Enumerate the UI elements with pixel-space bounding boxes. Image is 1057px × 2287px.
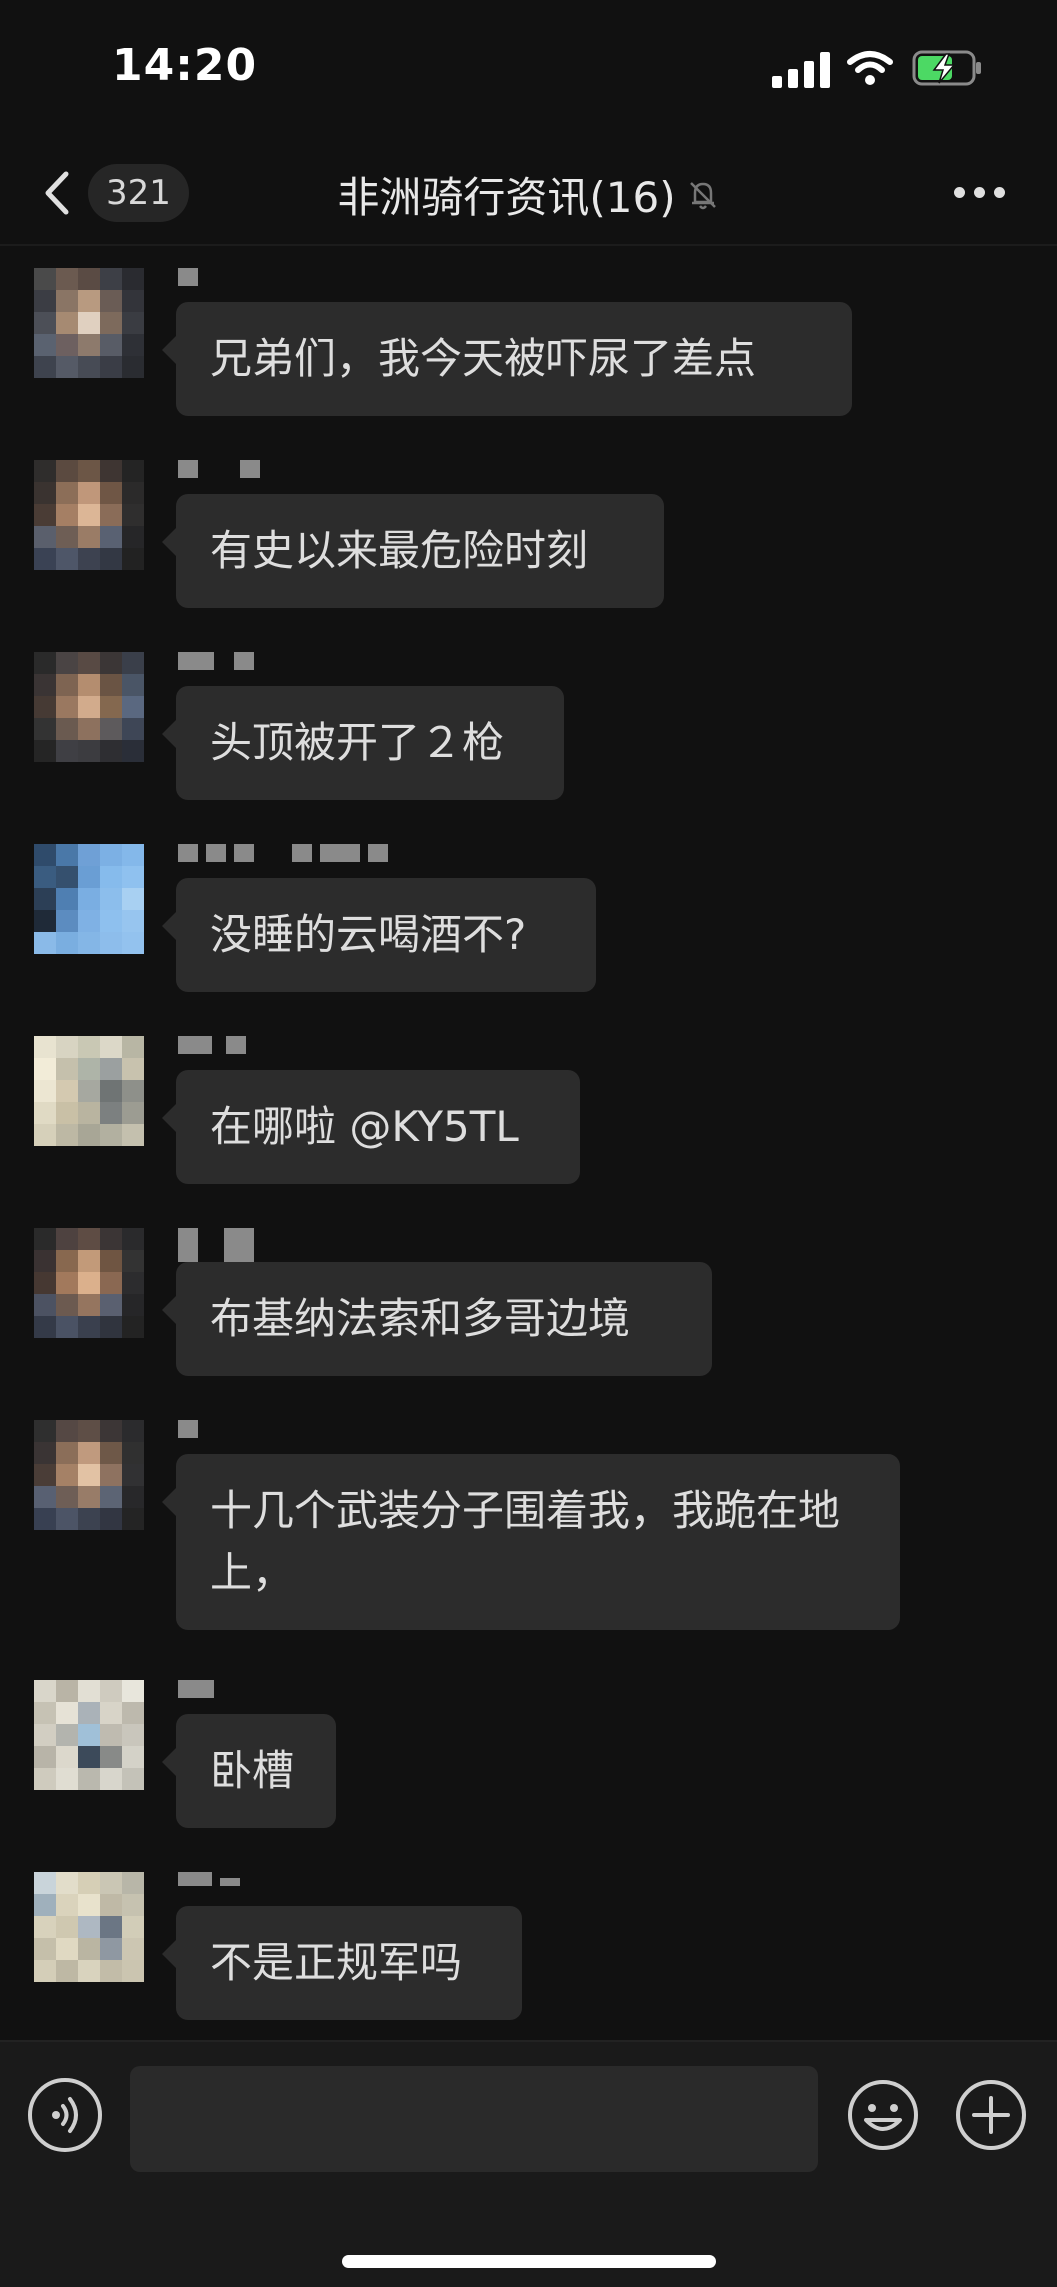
voice-icon (52, 2097, 78, 2133)
avatar[interactable] (34, 1036, 144, 1146)
ellipsis-icon (954, 187, 965, 198)
avatar[interactable] (34, 844, 144, 954)
sender-name (178, 1680, 214, 1702)
cellular-signal-icon (772, 50, 832, 88)
avatar[interactable] (34, 268, 144, 378)
bell-slash-icon (689, 181, 716, 209)
message-bubble[interactable]: 头顶被开了２枪 (162, 686, 564, 800)
message-input[interactable] (130, 2066, 818, 2172)
sender-name (178, 652, 254, 674)
emoji-button[interactable] (846, 2078, 920, 2152)
message-list[interactable]: 兄弟们，我今天被吓尿了差点 有史以来最危险时刻 头顶被开了２枪 没睡的云喝酒不?… (0, 248, 1057, 2040)
status-bar: 14:20 (0, 0, 1057, 140)
message-bubble[interactable]: 兄弟们，我今天被吓尿了差点 (162, 302, 852, 416)
message-bubble[interactable]: 没睡的云喝酒不? (162, 878, 596, 992)
sender-name (178, 844, 388, 866)
avatar[interactable] (34, 652, 144, 762)
avatar[interactable] (34, 1872, 144, 1982)
more-functions-button[interactable] (954, 2078, 1028, 2152)
message-bubble[interactable]: 布基纳法索和多哥边境 (162, 1262, 712, 1376)
message-bubble[interactable]: 有史以来最危险时刻 (162, 494, 664, 608)
avatar[interactable] (34, 1420, 144, 1530)
plus-icon (956, 2080, 1026, 2150)
wifi-icon (847, 51, 893, 85)
sender-name (178, 460, 260, 482)
more-options-button[interactable] (950, 174, 1010, 214)
sender-name (178, 1872, 240, 1894)
chat-title[interactable]: 非洲骑行资讯(16) (337, 164, 675, 225)
message-bubble[interactable]: 不是正规军吗 (162, 1906, 522, 2020)
chat-header: 321 非洲骑行资讯(16) (0, 140, 1057, 246)
message-bubble[interactable]: 十几个武装分子围着我，我跪在地上， (162, 1454, 900, 1630)
battery-charging-icon (912, 50, 981, 86)
message-bubble[interactable]: 卧槽 (162, 1714, 336, 1828)
sender-name (178, 1036, 246, 1058)
voice-input-button[interactable] (28, 2078, 102, 2152)
status-time: 14:20 (112, 40, 258, 91)
avatar[interactable] (34, 1680, 144, 1790)
sender-name (178, 268, 198, 290)
message-bubble[interactable]: 在哪啦 @KY5TL (162, 1070, 580, 1184)
chat-title-row: 非洲骑行资讯(16) (0, 164, 1057, 225)
avatar[interactable] (34, 1228, 144, 1338)
smiley-icon (848, 2080, 918, 2150)
input-bar (0, 2040, 1057, 2287)
home-indicator (342, 2255, 716, 2268)
sender-name (178, 1228, 254, 1262)
avatar[interactable] (34, 460, 144, 570)
sender-name (178, 1420, 198, 1442)
